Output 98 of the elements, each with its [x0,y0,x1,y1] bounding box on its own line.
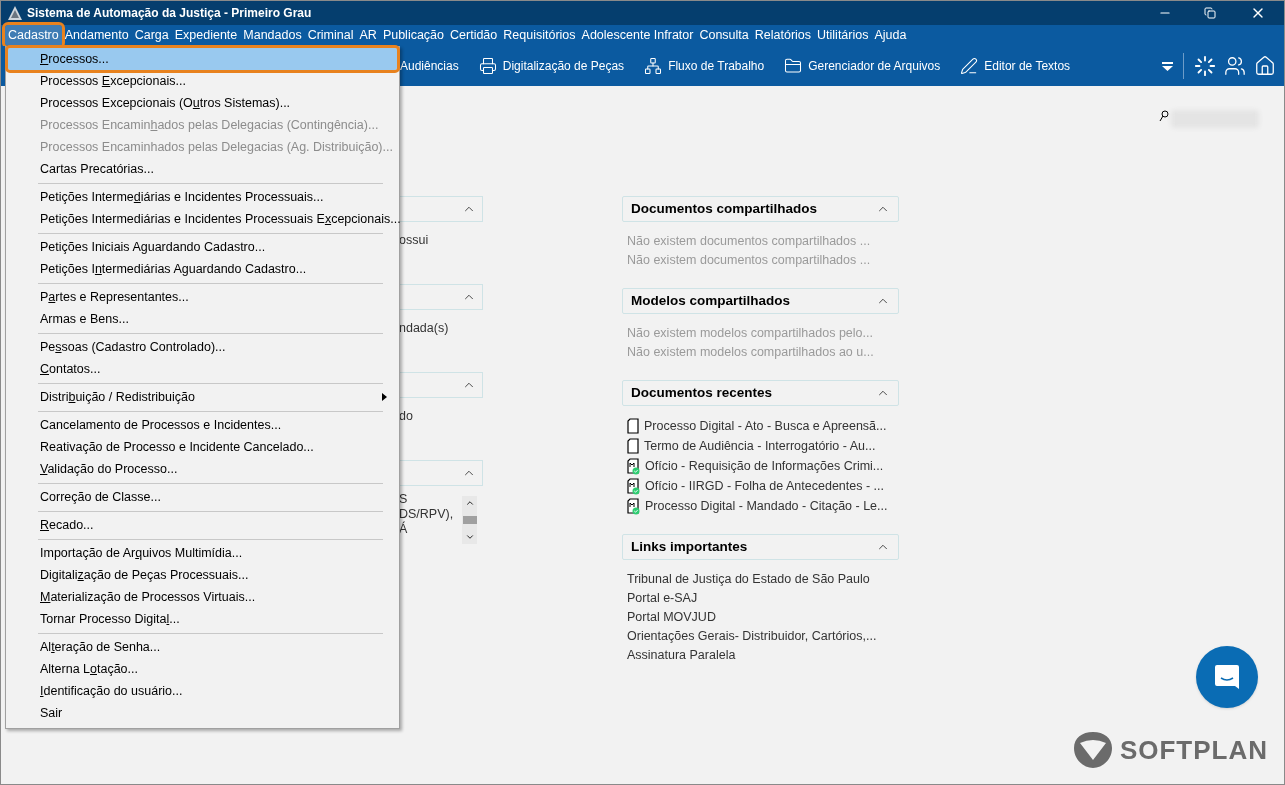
menu-item[interactable]: Pessoas (Cadastro Controlado)... [8,336,397,358]
menu-item[interactable]: Cancelamento de Processos e Incidentes... [8,414,397,436]
toolbar-button[interactable]: Audiências [400,57,459,75]
signed-document-icon [627,457,640,475]
recent-document-link[interactable]: Processo Digital - Mandado - Citação - Le... [645,496,888,516]
recent-document-link[interactable]: Ofício - IIRGD - Folha de Antecedentes - ... [645,476,884,496]
menu-item[interactable]: Alterna Lotação... [8,658,397,680]
menu-item[interactable]: Processos Excepcionais (Outros Sistemas)... [8,92,397,114]
scroll-up-icon[interactable] [464,498,475,508]
panel-header[interactable]: Documentos recentes [622,380,899,406]
important-link[interactable]: Portal MOVJUD [627,608,899,627]
empty-message: Não existem documentos compartilhados ... [627,233,872,250]
menu-item[interactable]: Processos Excepcionais... [8,70,397,92]
panel-header[interactable]: Documentos compartilhados [622,196,899,222]
toolbar-button[interactable]: Fluxo de Trabalho [644,57,765,75]
panel-header[interactable]: Modelos compartilhados [622,288,899,314]
menu-bar-item[interactable]: Ajuda [871,25,910,46]
menu-item[interactable]: Armas e Bens... [8,308,397,330]
empty-message: Não existem documentos compartilhados ... [627,252,872,269]
important-link[interactable]: Assinatura Paralela [627,646,899,665]
panel-header[interactable]: Links importantes [622,534,899,560]
menu-item[interactable]: Correção de Classe... [8,486,397,508]
panel-text: ossui [399,232,430,249]
recent-document-link[interactable]: Processo Digital - Ato - Busca e Apreensã... [644,416,887,436]
menu-bar-item[interactable]: Consulta [696,25,752,46]
menu-item[interactable]: Materialização de Processos Virtuais... [8,586,397,608]
home-icon[interactable] [1254,55,1276,77]
panel-text: DS/RPV), [399,507,455,522]
restore-icon[interactable] [1204,7,1216,19]
recent-document-link[interactable]: Termo de Audiência - Interrogatório - Au... [644,436,876,456]
menu-bar-item[interactable]: Cadastro [5,25,62,46]
signed-document-icon [627,497,640,515]
recent-document-link[interactable]: Ofício - Requisição de Informações Crimi... [645,456,884,476]
panel-text: Á [399,522,408,537]
menu-bar-item[interactable]: Expediente [171,25,241,46]
scrollbar[interactable] [462,496,477,544]
app-logo-icon [7,5,23,21]
panel-title: Documentos recentes [631,383,773,402]
submenu-arrow-icon [382,393,387,401]
pen-icon [960,57,979,75]
logo-mark-icon [1071,730,1114,770]
scroll-thumb[interactable] [462,516,477,524]
menu-item[interactable]: Importação de Arquivos Multimídia... [8,542,397,564]
chat-button[interactable] [1196,646,1258,708]
panel-title: Modelos compartilhados [631,291,791,310]
menu-bar-item[interactable]: Utilitários [814,25,872,46]
important-link[interactable]: Orientações Gerais- Distribuidor, Cartórios,... [627,627,899,646]
menu-item[interactable]: Partes e Representantes... [8,286,397,308]
panel-title: Documentos compartilhados [631,199,818,218]
menu-bar-item[interactable]: Publicação [379,25,448,46]
menu-bar-item[interactable]: Adolescente Infrator [578,25,697,46]
folder-icon [784,57,803,75]
menu-bar-item[interactable]: AR [356,25,380,46]
menu-bar-item[interactable]: Carga [131,25,172,46]
menu-bar-item[interactable]: Relatórios [751,25,815,46]
menu-item[interactable]: Sair [8,702,397,724]
panel-title: Links importantes [631,537,748,556]
toolbar-button[interactable]: Editor de Textos [960,57,1071,75]
menu-item[interactable]: Reativação de Processo e Incidente Cancelado... [8,436,397,458]
menu-item[interactable]: Recado... [8,514,397,536]
important-link[interactable]: Portal e-SAJ [627,589,899,608]
page-icon [627,418,639,434]
spinner-icon[interactable] [1194,55,1216,77]
scroll-down-icon[interactable] [464,532,475,542]
menu-item[interactable]: Validação do Processo... [8,458,397,480]
panel-text: ndada(s) [399,320,450,337]
menu-item[interactable]: Tornar Processo Digital... [8,608,397,630]
printer-icon [478,57,497,75]
signed-document-icon [627,477,640,495]
empty-message: Não existem modelos compartilhados pelo... [627,325,874,342]
empty-message: Não existem modelos compartilhados ao u... [627,344,875,361]
page-icon [627,438,639,454]
menu-item[interactable]: Digitalização de Peças Processuais... [8,564,397,586]
menu-bar-item[interactable]: Requisitórios [500,25,579,46]
menu-item[interactable]: Processos... [8,48,397,70]
menu-item[interactable]: Distribuição / Redistribuição [8,386,397,408]
logo-text: SOFTPLAN [1119,733,1268,767]
menu-item[interactable]: Identificação do usuário... [8,680,397,702]
window-title: Sistema de Automação da Justiça - Primeiro Grau [27,5,312,22]
users-icon[interactable] [1224,55,1246,77]
menu-item[interactable]: Alteração de Senha... [8,636,397,658]
panel-text: do [399,408,414,425]
menu-bar-item[interactable]: Andamento [61,25,132,46]
menu-item[interactable]: Cartas Precatórias... [8,158,397,180]
toolbar-button[interactable]: Digitalização de Peças [478,57,625,75]
menu-item[interactable]: Petições Intermediárias Aguardando Cadastro... [8,258,397,280]
menu-bar-item[interactable]: Mandados [240,25,305,46]
panel-text: S [399,492,409,507]
toolbar-button[interactable]: Gerenciador de Arquivos [784,57,941,75]
dropdown-caret-icon[interactable] [1162,61,1173,71]
menu-item[interactable]: Petições Intermediárias e Incidentes Processuais... [8,186,397,208]
hierarchy-icon [644,57,663,75]
menu-bar-item[interactable]: Criminal [304,25,357,46]
chat-icon [1214,664,1240,690]
menu-item[interactable]: Petições Iniciais Aguardando Cadastro... [8,236,397,258]
menu-item[interactable]: Contatos... [8,358,397,380]
menu-bar-item[interactable]: Certidão [447,25,501,46]
important-link[interactable]: Tribunal de Justiça do Estado de São Paulo [627,570,899,589]
